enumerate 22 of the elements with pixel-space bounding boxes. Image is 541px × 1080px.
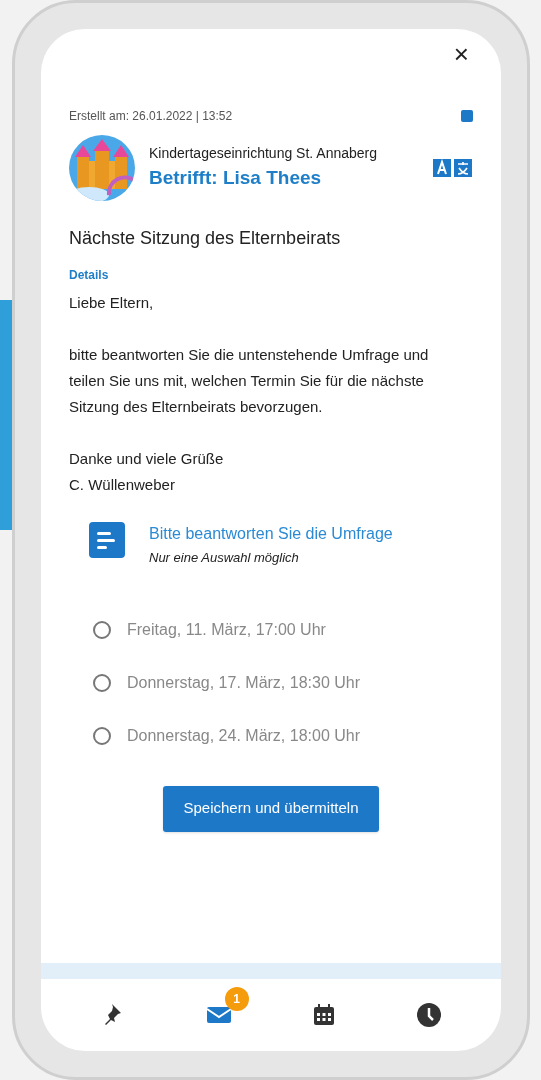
submit-button[interactable]: Speichern und übermitteln (163, 785, 379, 832)
radio-button[interactable] (93, 726, 111, 745)
option-label: Donnerstag, 24. März, 18:00 Uhr (127, 725, 360, 746)
survey-icon (89, 522, 125, 558)
survey-prompt: Bitte beantworten Sie die Umfrage (149, 524, 393, 544)
translate-icon (433, 159, 473, 177)
radio-button[interactable] (93, 620, 111, 639)
close-button[interactable]: × (449, 41, 473, 67)
message-paragraph: bitte beantworten Sie die untenstehende Umfrage und teilen Sie uns mit, welchen Termin Sie für die nächste Sitzung des Elternbeirats bevorzugen. (69, 345, 430, 417)
sender-name: Kindertageseinrichtung St. Annaberg (149, 144, 379, 164)
subject-line: Betrifft: Lisa Thees (149, 166, 323, 191)
option-label: Donnerstag, 17. März, 18:30 Uhr (127, 672, 360, 693)
radio-button[interactable] (93, 673, 111, 692)
survey-hint: Nur eine Auswahl möglich (149, 549, 300, 567)
message-paragraph: Liebe Eltern, (69, 293, 155, 313)
details-link[interactable]: Details (69, 266, 109, 284)
notification-badge: 1 (224, 987, 249, 1011)
message-paragraph: Danke und viele Grüße C. Wüllenweber (69, 449, 225, 495)
message-title: Nächste Sitzung des Elternbeirats (69, 227, 342, 250)
flag-icon (461, 110, 473, 122)
created-timestamp: Erstellt am: 26.01.2022 | 13:52 (69, 108, 233, 125)
option-label: Freitag, 11. März, 17:00 Uhr (127, 619, 326, 640)
